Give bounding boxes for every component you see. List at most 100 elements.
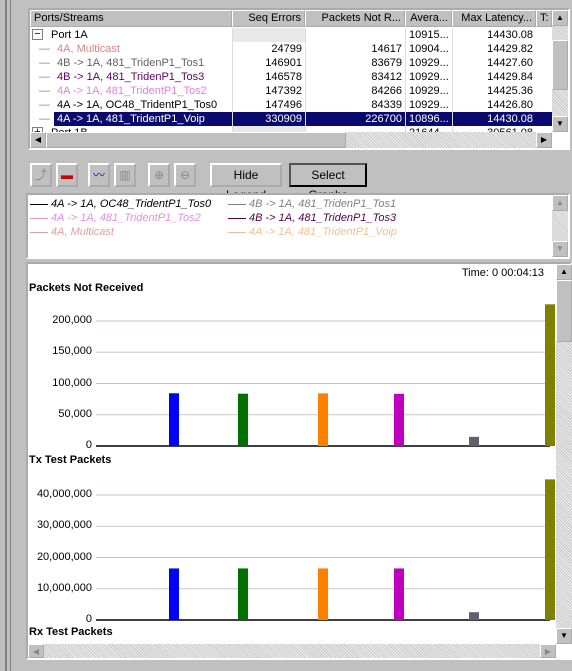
bar-chart-icon[interactable]: ▥ bbox=[114, 163, 136, 187]
scroll-right-button[interactable]: ▶ bbox=[540, 644, 556, 658]
legend-swatch bbox=[228, 203, 246, 205]
bar bbox=[469, 612, 479, 620]
legend-label: 4B -> 1A, 481_TridenP1_Tos1 bbox=[249, 198, 397, 210]
scroll-thumb[interactable] bbox=[552, 40, 568, 90]
legend-item: 4A, Multicast bbox=[30, 226, 114, 238]
legend-item: 4A -> 1A, 481_TridentP1_Tos2 bbox=[30, 212, 201, 224]
column-header[interactable]: Max Latency... bbox=[452, 10, 536, 27]
table-row[interactable]: — 4A -> 1A, OC48_TridentP1_Tos0 147496 8433… bbox=[30, 98, 552, 112]
tree-line: — bbox=[39, 43, 50, 55]
stream-name: 4B -> 1A, 481_TridenP1_Tos3 bbox=[57, 71, 205, 83]
cell-max: 14426.80 bbox=[452, 98, 536, 112]
charts-vertical-scrollbar[interactable]: ▲ ▼ bbox=[556, 264, 572, 644]
cell-pnr: 83412 bbox=[305, 70, 405, 84]
scroll-right-button[interactable]: ▶ bbox=[536, 132, 552, 148]
cell-seq bbox=[232, 28, 305, 42]
legend-swatch bbox=[30, 203, 48, 205]
bar bbox=[169, 568, 179, 620]
legend-item: 4A -> 1A, OC48_TridentP1_Tos0 bbox=[30, 198, 211, 210]
line-chart-icon[interactable]: 〰 bbox=[88, 163, 110, 187]
bar bbox=[545, 304, 555, 446]
legend-item: 4B -> 1A, 481_TridenP1_Tos1 bbox=[228, 198, 396, 210]
charts-horizontal-scrollbar[interactable]: ◀ ▶ bbox=[28, 644, 556, 658]
chart-title: Packets Not Received bbox=[29, 282, 144, 294]
legend: 4A -> 1A, OC48_TridentP1_Tos0 4B -> 1A, 4… bbox=[26, 193, 570, 259]
table-vertical-scrollbar[interactable]: ▲ ▼ bbox=[552, 10, 568, 132]
stream-name: Port 1A bbox=[51, 29, 88, 41]
frame-line bbox=[5, 0, 7, 671]
cell-seq: 330909 bbox=[232, 112, 305, 126]
legend-swatch bbox=[228, 217, 246, 219]
scroll-down-button[interactable]: ▼ bbox=[552, 241, 568, 257]
scroll-left-button[interactable]: ◀ bbox=[30, 132, 46, 148]
legend-scrollbar[interactable]: ▲ ▼ bbox=[552, 195, 568, 257]
y-tick-label: 50,000 bbox=[58, 407, 92, 420]
bar bbox=[238, 393, 248, 446]
cell-max: 14427.60 bbox=[452, 56, 536, 70]
charts-area: Time: 0 00:04:13 Packets Not Received 0 50… bbox=[26, 262, 572, 660]
table-horizontal-scrollbar[interactable]: ◀ ▶ bbox=[30, 132, 552, 148]
table-row[interactable]: — 4A, Multicast 24799 14617 10904... 14429.82 bbox=[30, 42, 552, 56]
y-tick-label: 10,000,000 bbox=[36, 581, 92, 594]
chart-title: Tx Test Packets bbox=[29, 454, 112, 466]
bar bbox=[318, 393, 328, 446]
table-row[interactable]: — 4A -> 1A, 481_TridentP1_Tos2 147392 84266… bbox=[30, 84, 552, 98]
column-header[interactable]: T: bbox=[536, 10, 552, 27]
streams-table: Ports/Streams Seq Errors Packets Not R... A… bbox=[28, 8, 570, 150]
bar bbox=[238, 568, 248, 620]
scroll-up-button[interactable]: ▲ bbox=[552, 10, 568, 26]
y-tick-label: 200,000 bbox=[52, 314, 92, 326]
bar bbox=[469, 436, 479, 446]
scroll-down-button[interactable]: ▼ bbox=[556, 628, 572, 644]
cell-seq: 146901 bbox=[232, 56, 305, 70]
column-header[interactable]: Ports/Streams bbox=[30, 10, 232, 27]
cell-max: 14429.84 bbox=[452, 70, 536, 84]
stream-name: 4A, Multicast bbox=[57, 43, 120, 55]
bar bbox=[318, 568, 328, 620]
tree-line: — bbox=[39, 99, 50, 111]
tree-line: — bbox=[39, 57, 50, 69]
cell-max: 14429.82 bbox=[452, 42, 536, 56]
cell-max: 14425.36 bbox=[452, 84, 536, 98]
zoom-out-icon[interactable]: ⊖ bbox=[174, 163, 196, 187]
scroll-thumb[interactable] bbox=[556, 280, 572, 342]
hide-legend-button[interactable]: Hide Legend bbox=[210, 163, 282, 202]
y-tick-label: 30,000,000 bbox=[36, 519, 92, 532]
zoom-in-icon[interactable]: ⊕ bbox=[148, 163, 170, 187]
scroll-up-button[interactable]: ▲ bbox=[556, 264, 572, 280]
cell-max: 14430.08 bbox=[452, 28, 536, 42]
legend-item: 4B -> 1A, 481_TridenP1_Tos3 bbox=[228, 212, 396, 224]
legend-swatch bbox=[30, 231, 48, 233]
column-header[interactable]: Avera... bbox=[405, 10, 452, 27]
scroll-left-button[interactable]: ◀ bbox=[28, 644, 44, 658]
y-tick-label: 20,000,000 bbox=[36, 550, 92, 563]
add-graph-icon[interactable]: ⤴ bbox=[30, 163, 52, 187]
legend-swatch bbox=[228, 231, 246, 233]
table-row[interactable]: — 4A -> 1A, 481_TridentP1_Voip 330909 22670… bbox=[30, 112, 552, 126]
stream-name: 4A -> 1A, OC48_TridentP1_Tos0 bbox=[57, 99, 218, 111]
scroll-thumb[interactable] bbox=[46, 132, 346, 148]
bar bbox=[394, 568, 404, 620]
table-row[interactable]: − Port 1A 10915... 14430.08 bbox=[30, 28, 552, 42]
bar bbox=[169, 393, 179, 446]
expander-icon[interactable]: − bbox=[32, 29, 43, 40]
cell-avg: 10929... bbox=[405, 84, 452, 98]
frame-line bbox=[10, 0, 11, 671]
cell-seq: 147392 bbox=[232, 84, 305, 98]
cell-pnr: 226700 bbox=[305, 112, 405, 126]
column-header[interactable]: Seq Errors bbox=[232, 10, 305, 27]
stream-name: 4B -> 1A, 481_TridenP1_Tos1 bbox=[57, 57, 205, 69]
y-tick-label: 40,000,000 bbox=[36, 488, 92, 500]
scroll-up-button[interactable]: ▲ bbox=[552, 195, 568, 211]
select-graphs-button[interactable]: Select Graphs bbox=[289, 163, 367, 202]
column-header[interactable]: Packets Not R... bbox=[305, 10, 405, 27]
table-row[interactable]: —4B -> 1A, 481_TridenP1_Tos3 146578 83412 1… bbox=[30, 70, 552, 84]
table-row[interactable]: —4B -> 1A, 481_TridenP1_Tos1 146901 83679 1… bbox=[30, 56, 552, 70]
cell-avg: 10904... bbox=[405, 42, 452, 56]
remove-graph-icon[interactable]: ▬ bbox=[56, 163, 78, 187]
legend-label: 4A, Multicast bbox=[51, 226, 114, 238]
cell-avg: 10915... bbox=[405, 28, 452, 42]
y-tick-label: 100,000 bbox=[52, 376, 92, 389]
legend-label: 4A -> 1A, OC48_TridentP1_Tos0 bbox=[51, 198, 212, 210]
scroll-down-button[interactable]: ▼ bbox=[552, 116, 568, 132]
